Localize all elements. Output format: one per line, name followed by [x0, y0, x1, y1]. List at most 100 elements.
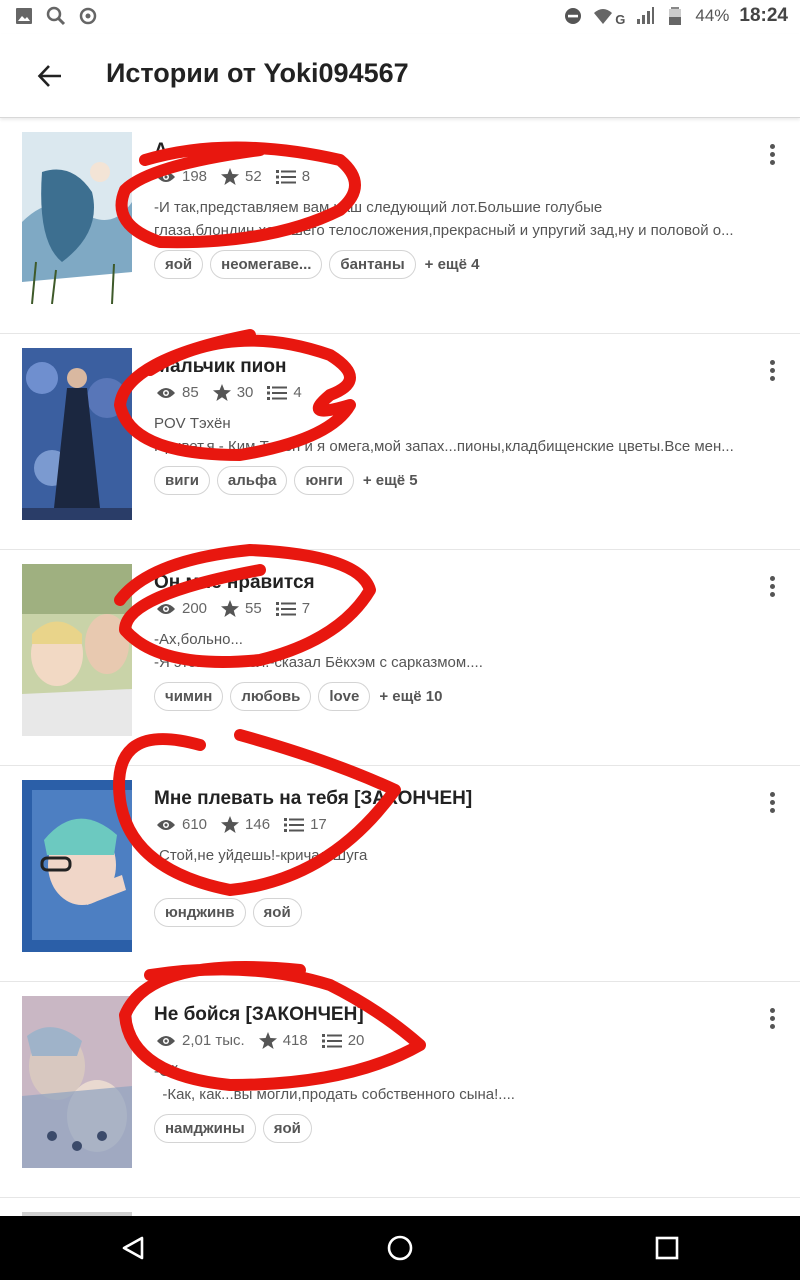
eye-icon [157, 387, 175, 398]
tag-chip[interactable]: юнги [294, 466, 354, 495]
story-item[interactable]: А... 198 52 8 -И так,представляем вам на… [0, 118, 800, 334]
description-line: -Стой,не уйдешь!-кричал Шуга [154, 847, 368, 864]
view-count: 198 [182, 168, 208, 185]
description-line: глаза,блондин,хорошего телосложения,прек… [154, 222, 734, 239]
more-tags-link[interactable]: + ещё 5 [363, 472, 418, 489]
view-count: 610 [182, 816, 208, 833]
tag-chip[interactable]: бантаны [329, 250, 416, 279]
more-options-button[interactable] [760, 356, 784, 384]
story-stats: 2,01 тыс. 418 20 [156, 1032, 378, 1049]
tag-list: яой неомегаве... бантаны + ещё 4 [154, 250, 479, 279]
star-icon [221, 816, 240, 833]
clock: 18:24 [739, 5, 788, 26]
tag-chip[interactable]: яой [154, 250, 204, 279]
tag-chip[interactable]: альфа [216, 466, 288, 495]
star-icon [221, 600, 240, 617]
description-line: POV Тэхён [154, 415, 231, 432]
tag-chip[interactable]: любовь [230, 682, 312, 711]
eye-icon [157, 819, 175, 830]
signal-icon [637, 7, 655, 24]
tag-chip[interactable]: юнджинв [154, 898, 246, 927]
more-options-button[interactable] [760, 140, 784, 168]
view-count: 200 [182, 600, 208, 617]
story-stats: 85 30 4 [156, 384, 316, 401]
story-item[interactable]: Мальчик пион 85 30 4 POV Тэхён Привет,я … [0, 334, 800, 550]
tag-list: намджины яой [154, 1114, 312, 1143]
description-line: -И так,представляем вам наш следующий ло… [154, 199, 603, 216]
network-type: G [615, 11, 626, 27]
description-line: Привет,я - Ким Тэхён и я омега,мой запах… [154, 438, 734, 455]
more-options-button[interactable] [760, 1004, 784, 1032]
description-line: -Ой... [154, 1063, 192, 1080]
vote-count: 55 [245, 600, 262, 617]
story-title[interactable]: Он мне нравится [154, 572, 315, 594]
back-button[interactable] [30, 56, 70, 96]
story-title[interactable]: Мне плевать на тебя [ЗАКОНЧЕН] [154, 788, 472, 810]
wifi-icon [594, 9, 613, 24]
more-options-button[interactable] [760, 572, 784, 600]
story-cover[interactable] [22, 348, 132, 520]
description-line: -Я этого и хотел.-сказал Бёкхэм с сарказ… [154, 654, 483, 671]
description-line: -Как, как...вы могли,продать собственног… [154, 1086, 515, 1103]
eye-icon [157, 603, 175, 614]
list-icon [275, 169, 296, 184]
story-description: POV Тэхён Привет,я - Ким Тэхён и я омега… [154, 412, 782, 458]
star-icon [258, 1032, 277, 1049]
story-cover[interactable] [22, 780, 132, 952]
star-icon [221, 168, 240, 185]
view-count: 2,01 тыс. [182, 1032, 245, 1049]
tag-list: чимин любовь love + ещё 10 [154, 682, 442, 711]
eye-icon [157, 1035, 175, 1046]
page-title: Истории от Yoki094567 [106, 58, 409, 88]
gallery-icon [16, 8, 32, 24]
story-item[interactable]: Не бойся [ЗАКОНЧЕН] 2,01 тыс. 418 20 -Ой… [0, 982, 800, 1198]
story-cover[interactable] [22, 996, 132, 1168]
story-cover[interactable] [22, 132, 132, 304]
part-count: 7 [301, 600, 311, 617]
part-count: 20 [347, 1032, 365, 1049]
story-stats: 198 52 8 [156, 168, 324, 185]
nav-home-button[interactable] [370, 1218, 430, 1278]
more-options-button[interactable] [760, 788, 784, 816]
tag-chip[interactable]: яой [262, 1114, 312, 1143]
tag-list: юнджинв яой [154, 898, 302, 927]
vote-count: 52 [245, 168, 262, 185]
list-icon [275, 601, 296, 616]
story-title[interactable]: А... [154, 140, 184, 162]
tag-chip[interactable]: виги [154, 466, 210, 495]
story-item[interactable]: Он мне нравится 200 55 7 -Ах,больно... -… [0, 550, 800, 766]
vote-count: 418 [282, 1032, 308, 1049]
dnd-icon [565, 8, 582, 24]
story-description: -Ой... -Как, как...вы могли,продать собс… [154, 1060, 782, 1106]
search-icon [46, 6, 66, 26]
nav-recents-button[interactable] [637, 1218, 697, 1278]
story-title[interactable]: Мальчик пион [154, 356, 286, 378]
story-title[interactable]: Не бойся [ЗАКОНЧЕН] [154, 1004, 364, 1026]
story-cover[interactable] [22, 564, 132, 736]
story-item[interactable]: Мне плевать на тебя [ЗАКОНЧЕН] 610 146 1… [0, 766, 800, 982]
part-count: 8 [301, 168, 311, 185]
tag-chip[interactable]: love [318, 682, 371, 711]
nav-back-button[interactable] [103, 1218, 163, 1278]
app-bar: Истории от Yoki094567 [0, 34, 800, 118]
more-tags-link[interactable]: + ещё 4 [425, 256, 480, 273]
back-nav-icon [123, 1236, 144, 1260]
view-count: 85 [182, 384, 199, 401]
tag-chip[interactable]: чимин [154, 682, 224, 711]
list-icon [267, 385, 288, 400]
story-description: -Стой,не уйдешь!-кричал Шуга [154, 844, 782, 867]
list-icon [321, 1033, 342, 1048]
tag-list: виги альфа юнги + ещё 5 [154, 466, 418, 495]
tag-chip[interactable]: неомегаве... [210, 250, 323, 279]
tag-chip[interactable]: яой [252, 898, 302, 927]
list-icon [284, 817, 305, 832]
story-stats: 610 146 17 [156, 816, 341, 833]
more-tags-link[interactable]: + ещё 10 [379, 688, 442, 705]
sync-icon [79, 7, 97, 25]
system-nav-bar [0, 1216, 800, 1280]
vote-count: 30 [236, 384, 254, 401]
arrow-left-icon [37, 65, 61, 87]
home-nav-icon [387, 1235, 413, 1261]
story-list: А... 198 52 8 -И так,представляем вам на… [0, 118, 800, 1242]
tag-chip[interactable]: намджины [154, 1114, 256, 1143]
